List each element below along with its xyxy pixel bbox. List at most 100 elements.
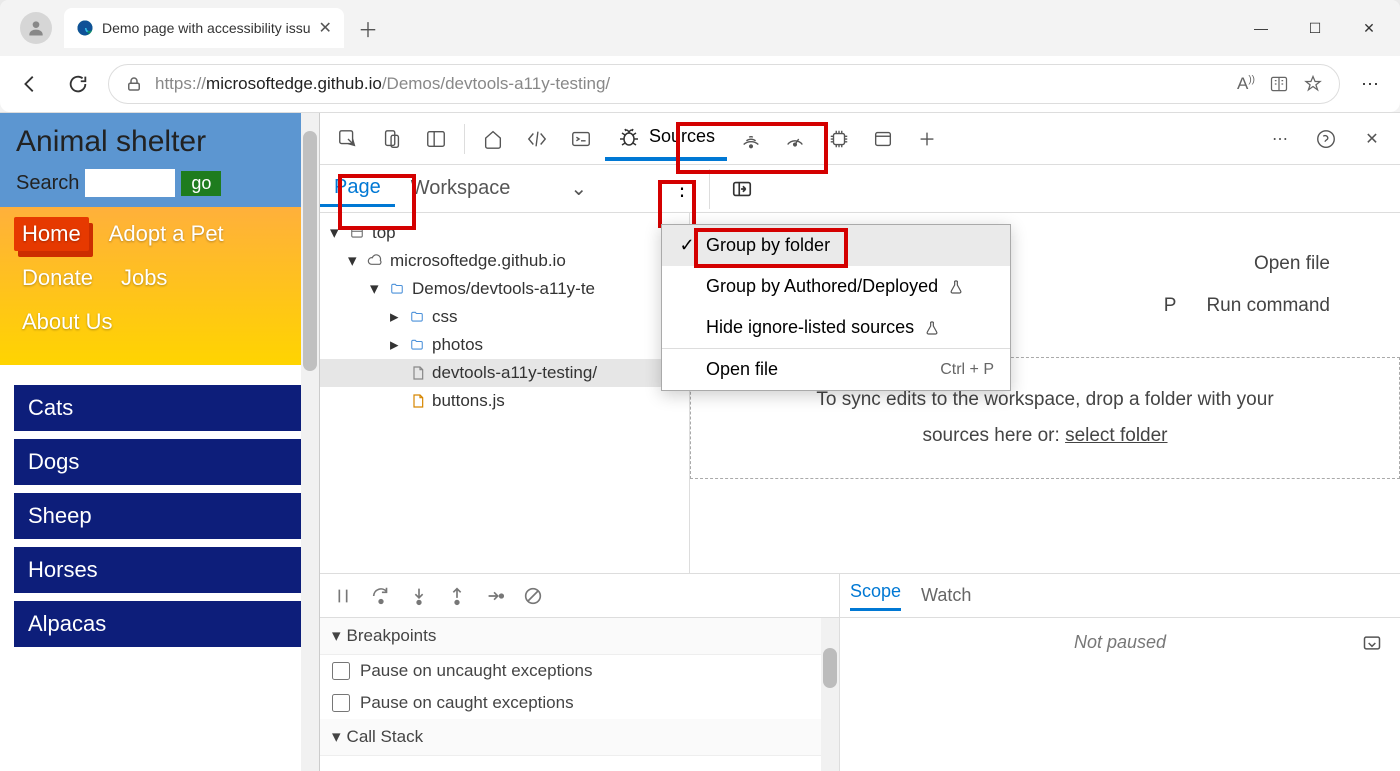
- ctx-hide-ignore[interactable]: Hide ignore-listed sources: [662, 307, 1010, 348]
- devtools-overflow-icon[interactable]: ⋯: [1260, 119, 1300, 159]
- inspect-icon[interactable]: [328, 119, 368, 159]
- go-button[interactable]: go: [181, 171, 221, 196]
- window-close-button[interactable]: ✕: [1346, 12, 1392, 44]
- debugger-controls: [320, 574, 839, 618]
- hint-open-file: Open file: [1254, 253, 1330, 275]
- pause-caught-checkbox[interactable]: Pause on caught exceptions: [320, 687, 839, 719]
- elements-tab-icon[interactable]: [517, 119, 557, 159]
- check-icon: ✓: [678, 235, 696, 256]
- select-folder-link[interactable]: select folder: [1065, 425, 1167, 446]
- ctx-group-by-folder[interactable]: ✓ Group by folder: [662, 225, 1010, 266]
- window-icon: [348, 226, 366, 240]
- browser-titlebar: Demo page with accessibility issu ✕ ＋ — …: [0, 0, 1400, 56]
- page-content-pane: Animal shelter Search go Home Adopt a Pe…: [0, 113, 320, 771]
- nav-home[interactable]: Home: [14, 217, 89, 251]
- tree-node-js[interactable]: buttons.js: [320, 387, 689, 415]
- ctx-group-authored[interactable]: Group by Authored/Deployed: [662, 266, 1010, 307]
- dock-icon[interactable]: [416, 119, 456, 159]
- search-label: Search: [16, 172, 79, 195]
- sources-tab[interactable]: Sources: [605, 117, 727, 161]
- file-icon: [410, 392, 426, 410]
- deactivate-breakpoints-icon[interactable]: [522, 585, 544, 607]
- tab-close-icon[interactable]: ✕: [319, 18, 332, 38]
- sources-subheader: Page Workspace⌄ ⋮: [320, 165, 1400, 213]
- lock-icon: [125, 75, 143, 93]
- pause-uncaught-checkbox[interactable]: Pause on uncaught exceptions: [320, 655, 839, 687]
- hint-run-key: P: [1164, 295, 1177, 317]
- more-tabs-icon[interactable]: [907, 119, 947, 159]
- scope-tab[interactable]: Scope: [850, 581, 901, 611]
- sources-more-options-icon[interactable]: ⋮: [667, 169, 697, 209]
- file-icon: [410, 364, 426, 382]
- network-tab-icon[interactable]: [731, 119, 771, 159]
- breakpoints-section[interactable]: ▾Breakpoints: [320, 618, 839, 655]
- ctx-open-file[interactable]: Open file Ctrl + P: [662, 349, 1010, 390]
- show-drawer-icon[interactable]: [1360, 633, 1384, 653]
- pause-icon[interactable]: [332, 585, 354, 607]
- performance-tab-icon[interactable]: [775, 119, 815, 159]
- help-icon[interactable]: [1306, 119, 1346, 159]
- tree-node-html[interactable]: devtools-a11y-testing/: [320, 359, 689, 387]
- callstack-section[interactable]: ▾Call Stack: [320, 719, 839, 756]
- page-scrollbar[interactable]: [301, 113, 319, 771]
- step-over-icon[interactable]: [370, 585, 392, 607]
- devtools-close-icon[interactable]: ✕: [1352, 119, 1392, 159]
- new-tab-button[interactable]: ＋: [352, 12, 384, 44]
- folder-icon: [388, 282, 406, 296]
- window-minimize-button[interactable]: —: [1238, 12, 1284, 44]
- console-tab-icon[interactable]: [561, 119, 601, 159]
- step-out-icon[interactable]: [446, 585, 468, 607]
- step-into-icon[interactable]: [408, 585, 430, 607]
- reader-icon[interactable]: [1269, 74, 1289, 94]
- page-subtab[interactable]: Page: [320, 171, 395, 207]
- overflow-menu-icon[interactable]: ⋯: [1352, 66, 1388, 102]
- sources-context-menu: ✓ Group by folder Group by Authored/Depl…: [661, 224, 1011, 391]
- memory-tab-icon[interactable]: [819, 119, 859, 159]
- favorite-icon[interactable]: [1303, 74, 1323, 94]
- address-bar[interactable]: https://microsoftedge.github.io/Demos/de…: [108, 64, 1340, 104]
- tree-node-top[interactable]: ▾top: [320, 219, 689, 247]
- profile-icon[interactable]: [20, 12, 52, 44]
- category-list: Cats Dogs Sheep Horses Alpacas: [0, 365, 319, 667]
- collapse-navigator-icon[interactable]: [722, 169, 762, 209]
- devtools-panel: Sources ⋯ ✕ Page Workspace⌄ ⋮: [320, 113, 1400, 771]
- url-text: https://microsoftedge.github.io/Demos/de…: [155, 74, 610, 94]
- browser-tab[interactable]: Demo page with accessibility issu ✕: [64, 8, 344, 48]
- reload-button[interactable]: [60, 66, 96, 102]
- nav-about[interactable]: About Us: [14, 305, 121, 339]
- devtools-tabbar: Sources ⋯ ✕: [320, 113, 1400, 165]
- file-tree-pane: ▾top ▾microsoftedge.github.io ▾Demos/dev…: [320, 213, 690, 573]
- tree-node-host[interactable]: ▾microsoftedge.github.io: [320, 247, 689, 275]
- not-paused-text: Not paused: [840, 618, 1400, 667]
- page-title: Animal shelter: [16, 125, 303, 159]
- folder-icon: [408, 310, 426, 324]
- tree-node-photos[interactable]: ▸photos: [320, 331, 689, 359]
- back-button[interactable]: [12, 66, 48, 102]
- debugger-scrollbar[interactable]: [821, 618, 839, 771]
- category-item[interactable]: Alpacas: [14, 601, 305, 647]
- tree-node-demos[interactable]: ▾Demos/devtools-a11y-te: [320, 275, 689, 303]
- category-item[interactable]: Horses: [14, 547, 305, 593]
- read-aloud-icon[interactable]: A)): [1237, 74, 1255, 94]
- window-maximize-button[interactable]: ☐: [1292, 12, 1338, 44]
- nav-donate[interactable]: Donate: [14, 261, 101, 295]
- category-item[interactable]: Cats: [14, 385, 305, 431]
- workspace-subtab[interactable]: Workspace⌄: [395, 170, 603, 207]
- hint-run-cmd: Run command: [1206, 295, 1330, 317]
- application-tab-icon[interactable]: [863, 119, 903, 159]
- folder-icon: [408, 338, 426, 352]
- experiment-icon: [924, 320, 940, 336]
- step-icon[interactable]: [484, 585, 506, 607]
- category-item[interactable]: Dogs: [14, 439, 305, 485]
- tree-node-css[interactable]: ▸css: [320, 303, 689, 331]
- bug-icon: [617, 125, 641, 149]
- device-toggle-icon[interactable]: [372, 119, 412, 159]
- cloud-icon: [366, 253, 384, 269]
- chevron-down-icon: ⌄: [570, 176, 587, 201]
- nav-jobs[interactable]: Jobs: [113, 261, 175, 295]
- search-input[interactable]: [85, 169, 175, 197]
- welcome-tab-icon[interactable]: [473, 119, 513, 159]
- nav-adopt[interactable]: Adopt a Pet: [101, 217, 232, 251]
- category-item[interactable]: Sheep: [14, 493, 305, 539]
- watch-tab[interactable]: Watch: [921, 585, 971, 606]
